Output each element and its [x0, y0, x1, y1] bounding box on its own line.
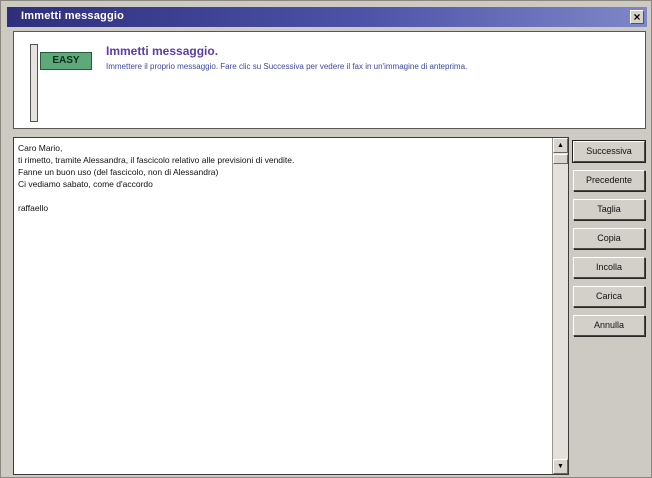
close-icon[interactable]: ×	[630, 10, 644, 24]
window-title: Immetti messaggio	[21, 10, 125, 22]
message-textarea[interactable]: Caro Mario, ti rimetto, tramite Alessand…	[13, 137, 569, 475]
signpost-logo: EASY	[24, 44, 94, 124]
header-title: Immetti messaggio.	[106, 44, 219, 58]
title-bar[interactable]: Immetti messaggio ×	[7, 7, 647, 27]
previous-button[interactable]: Precedente	[573, 170, 645, 191]
paste-button[interactable]: Incolla	[573, 257, 645, 278]
header-panel: EASY Immetti messaggio. Immettere il pro…	[13, 31, 646, 129]
message-text[interactable]: Caro Mario, ti rimetto, tramite Alessand…	[18, 142, 546, 214]
button-column: Successiva Precedente Taglia Copia Incol…	[572, 140, 649, 344]
header-description: Immettere il proprio messaggio. Fare cli…	[106, 62, 468, 71]
copy-button[interactable]: Copia	[573, 228, 645, 249]
next-button[interactable]: Successiva	[572, 140, 646, 163]
scroll-thumb[interactable]	[553, 154, 568, 164]
logo-pole	[30, 44, 38, 122]
cut-button[interactable]: Taglia	[573, 199, 645, 220]
load-button[interactable]: Carica	[573, 286, 645, 307]
arrow-up-icon[interactable]: ▲	[553, 138, 568, 153]
message-dialog: Immetti messaggio × EASY Immetti messagg…	[0, 0, 652, 478]
logo-sign: EASY	[40, 52, 92, 70]
cancel-button[interactable]: Annulla	[573, 315, 645, 336]
vertical-scrollbar[interactable]: ▲ ▼	[552, 138, 568, 474]
arrow-down-icon[interactable]: ▼	[553, 459, 568, 474]
